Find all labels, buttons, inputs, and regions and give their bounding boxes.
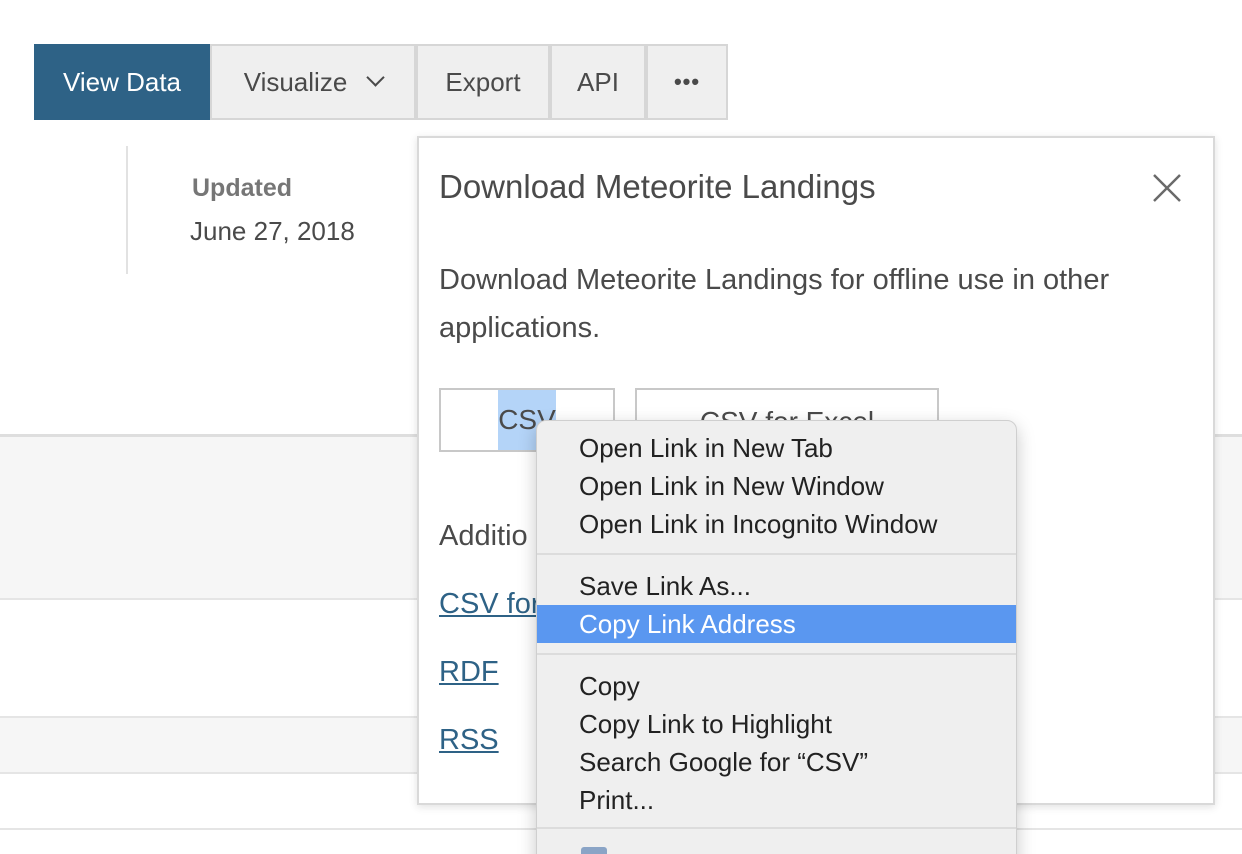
csv-for-link[interactable]: CSV for: [439, 588, 541, 621]
context-menu: Open Link in New Tab Open Link in New Wi…: [536, 420, 1017, 854]
dialog-title: Download Meteorite Landings: [439, 168, 876, 205]
menu-print[interactable]: Print...: [537, 781, 1016, 819]
menu-search-google[interactable]: Search Google for “CSV”: [537, 743, 1016, 781]
menu-open-new-window[interactable]: Open Link in New Window: [537, 467, 1016, 505]
updated-label: Updated: [192, 174, 292, 202]
menu-separator: [537, 827, 1016, 829]
chevron-down-icon: [366, 67, 385, 87]
view-data-button[interactable]: View Data: [34, 44, 210, 120]
updated-date: June 27, 2018: [190, 216, 355, 246]
menu-copy[interactable]: Copy: [537, 667, 1016, 705]
more-options-button[interactable]: •••: [646, 44, 728, 120]
api-button[interactable]: API: [550, 44, 646, 120]
api-label: API: [577, 66, 619, 97]
rss-link[interactable]: RSS: [439, 724, 499, 757]
menu-open-incognito[interactable]: Open Link in Incognito Window: [537, 505, 1016, 543]
menu-copy-link-highlight[interactable]: Copy Link to Highlight: [537, 705, 1016, 743]
rdf-link[interactable]: RDF: [439, 656, 499, 689]
menu-separator: [537, 653, 1016, 655]
visualize-label: Visualize: [243, 66, 348, 97]
visualize-button[interactable]: Visualize: [210, 44, 416, 120]
menu-open-new-tab[interactable]: Open Link in New Tab: [537, 429, 1016, 467]
dialog-description: Download Meteorite Landings for offline …: [439, 264, 1110, 344]
menu-save-link-as[interactable]: Save Link As...: [537, 567, 1016, 605]
additional-formats-label: Additio: [439, 520, 528, 552]
menu-separator: [537, 553, 1016, 555]
menu-copy-link-address[interactable]: Copy Link Address: [537, 605, 1016, 643]
close-icon[interactable]: [1151, 172, 1183, 204]
export-label: Export: [445, 66, 521, 97]
column-divider: [126, 146, 128, 274]
extension-icon: [581, 847, 607, 854]
more-dots-icon: •••: [673, 69, 701, 94]
export-button[interactable]: Export: [416, 44, 550, 120]
view-data-label: View Data: [62, 66, 182, 97]
